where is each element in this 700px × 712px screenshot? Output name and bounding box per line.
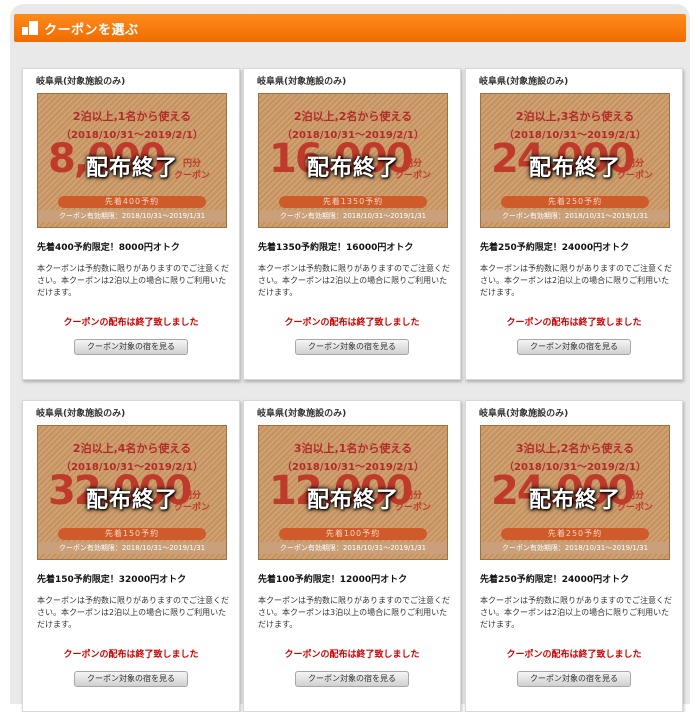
coupon-card: 岐阜県(対象施設のみ) 2泊以上,3名から使える （2018/10/31〜201… xyxy=(465,68,683,380)
coupon-image: 2泊以上,2名から使える （2018/10/31〜2019/2/1） 16,00… xyxy=(258,93,448,228)
view-eligible-hotels-button[interactable]: クーポン対象の宿を見る xyxy=(295,339,409,355)
first-come-badge: 先着250予約 xyxy=(501,196,649,208)
first-come-badge: 先着250予約 xyxy=(501,528,649,540)
coupon-title: 先着150予約限定！32000円オトク xyxy=(37,575,187,585)
view-eligible-hotels-button[interactable]: クーポン対象の宿を見る xyxy=(517,339,631,355)
building-icon xyxy=(22,21,38,35)
coupon-title: 先着400予約限定！8000円オトク xyxy=(37,243,180,253)
coupon-condition: 3泊以上,2名から使える xyxy=(515,442,635,455)
coupon-image: 3泊以上,1名から使える （2018/10/31〜2019/2/1） 12,00… xyxy=(258,425,448,560)
coupon-validity: クーポン有効期限：2018/10/31〜2019/1/31 xyxy=(481,210,669,222)
coupon-card: 岐阜県(対象施設のみ) 3泊以上,1名から使える （2018/10/31〜201… xyxy=(243,400,461,712)
view-eligible-hotels-button[interactable]: クーポン対象の宿を見る xyxy=(295,671,409,687)
view-eligible-hotels-button[interactable]: クーポン対象の宿を見る xyxy=(517,671,631,687)
distribution-ended-overlay: 配布終了 xyxy=(85,156,178,181)
coupon-card: 岐阜県(対象施設のみ) 2泊以上,1名から使える （2018/10/31〜201… xyxy=(22,68,240,380)
area-label: 岐阜県(対象施設のみ) xyxy=(479,77,569,87)
coupon-condition: 2泊以上,2名から使える xyxy=(293,110,413,123)
coupon-condition: 2泊以上,4名から使える xyxy=(72,442,192,455)
coupon-image: 2泊以上,1名から使える （2018/10/31〜2019/2/1） 8,000… xyxy=(37,93,227,228)
distribution-ended-overlay: 配布終了 xyxy=(85,488,178,513)
coupon-description: 本クーポンは予約数に限りがありますのでご注意ください。本クーポンは2泊以上の場合… xyxy=(37,596,229,629)
area-label: 岐阜県(対象施設のみ) xyxy=(36,409,126,419)
area-label: 岐阜県(対象施設のみ) xyxy=(36,77,126,87)
distribution-ended-text: クーポンの配布は終了致しました xyxy=(63,318,199,328)
view-eligible-hotels-button[interactable]: クーポン対象の宿を見る xyxy=(74,339,188,355)
coupon-image: 2泊以上,4名から使える （2018/10/31〜2019/2/1） 32,00… xyxy=(37,425,227,560)
coupon-card: 岐阜県(対象施設のみ) 2泊以上,2名から使える （2018/10/31〜201… xyxy=(243,68,461,380)
view-eligible-hotels-button[interactable]: クーポン対象の宿を見る xyxy=(74,671,188,687)
coupon-image: 2泊以上,3名から使える （2018/10/31〜2019/2/1） 24,00… xyxy=(480,93,670,228)
coupon-title: 先着1350予約限定！16000円オトク xyxy=(258,243,414,253)
coupon-card: 岐阜県(対象施設のみ) 3泊以上,2名から使える （2018/10/31〜201… xyxy=(465,400,683,712)
distribution-ended-overlay: 配布終了 xyxy=(528,156,621,181)
distribution-ended-overlay: 配布終了 xyxy=(306,488,399,513)
section-title: クーポンを選ぶ xyxy=(44,23,139,38)
first-come-badge: 先着400予約 xyxy=(58,196,206,208)
coupon-validity: クーポン有効期限：2018/10/31〜2019/1/31 xyxy=(38,210,226,222)
coupon-description: 本クーポンは予約数に限りがありますのでご注意ください。本クーポンは3泊以上の場合… xyxy=(258,596,450,629)
first-come-badge: 先着100予約 xyxy=(279,528,427,540)
area-label: 岐阜県(対象施設のみ) xyxy=(257,77,347,87)
coupon-description: 本クーポンは予約数に限りがありますのでご注意ください。本クーポンは2泊以上の場合… xyxy=(258,264,450,297)
coupon-validity: クーポン有効期限：2018/10/31〜2019/1/31 xyxy=(38,542,226,554)
area-label: 岐阜県(対象施設のみ) xyxy=(479,409,569,419)
coupon-description: 本クーポンは予約数に限りがありますのでご注意ください。本クーポンは2泊以上の場合… xyxy=(480,596,672,629)
distribution-ended-overlay: 配布終了 xyxy=(306,156,399,181)
first-come-badge: 先着150予約 xyxy=(58,528,206,540)
coupon-card: 岐阜県(対象施設のみ) 2泊以上,4名から使える （2018/10/31〜201… xyxy=(22,400,240,712)
coupon-condition: 2泊以上,3名から使える xyxy=(515,110,635,123)
coupon-description: 本クーポンは予約数に限りがありますのでご注意ください。本クーポンは2泊以上の場合… xyxy=(480,264,672,297)
coupon-description: 本クーポンは予約数に限りがありますのでご注意ください。本クーポンは2泊以上の場合… xyxy=(37,264,229,297)
distribution-ended-text: クーポンの配布は終了致しました xyxy=(284,318,420,328)
coupon-condition: 2泊以上,1名から使える xyxy=(72,110,192,123)
area-label: 岐阜県(対象施設のみ) xyxy=(257,409,347,419)
coupon-validity: クーポン有効期限：2018/10/31〜2019/1/31 xyxy=(259,542,447,554)
coupon-title: 先着100予約限定！12000円オトク xyxy=(258,575,408,585)
coupon-image: 3泊以上,2名から使える （2018/10/31〜2019/2/1） 24,00… xyxy=(480,425,670,560)
distribution-ended-overlay: 配布終了 xyxy=(528,488,621,513)
coupon-title: 先着250予約限定！24000円オトク xyxy=(480,243,630,253)
distribution-ended-text: クーポンの配布は終了致しました xyxy=(506,650,642,660)
coupon-condition: 3泊以上,1名から使える xyxy=(293,442,413,455)
coupon-title: 先着250予約限定！24000円オトク xyxy=(480,575,630,585)
coupon-validity: クーポン有効期限：2018/10/31〜2019/1/31 xyxy=(259,210,447,222)
coupon-validity: クーポン有効期限：2018/10/31〜2019/1/31 xyxy=(481,542,669,554)
distribution-ended-text: クーポンの配布は終了致しました xyxy=(506,318,642,328)
first-come-badge: 先着1350予約 xyxy=(279,196,427,208)
distribution-ended-text: クーポンの配布は終了致しました xyxy=(63,650,199,660)
distribution-ended-text: クーポンの配布は終了致しました xyxy=(284,650,420,660)
section-header: クーポンを選ぶ xyxy=(14,14,686,42)
